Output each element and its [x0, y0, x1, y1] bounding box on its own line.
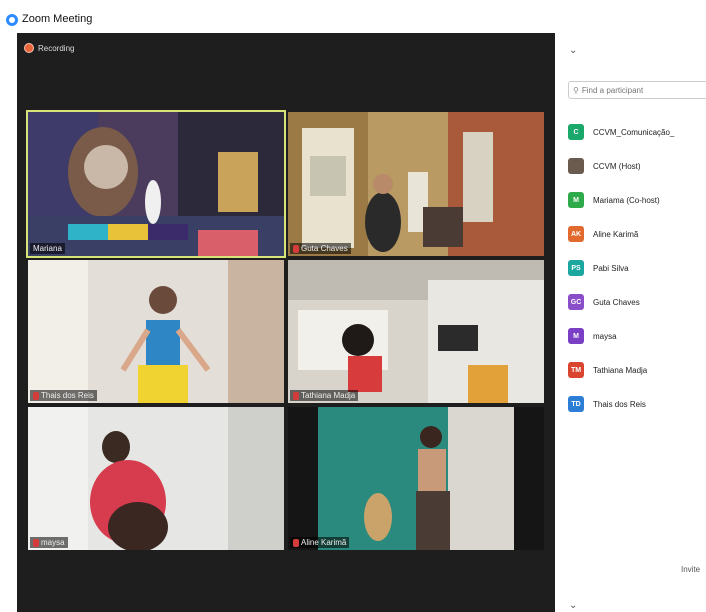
participant-row[interactable]: TD Thais dos Reis	[568, 387, 674, 421]
avatar: M	[568, 328, 584, 344]
video-feed	[288, 112, 544, 256]
avatar: C	[568, 124, 584, 140]
participant-row[interactable]: C CCVM_Comunicação_	[568, 115, 674, 149]
title-bar: Zoom Meeting	[0, 0, 706, 30]
participant-row[interactable]: M maysa	[568, 319, 674, 353]
video-tile[interactable]: Mariana	[26, 110, 286, 258]
participant-row[interactable]: TM Tathiana Madja	[568, 353, 674, 387]
avatar: M	[568, 192, 584, 208]
participant-name: Mariama (Co-host)	[593, 195, 660, 205]
participant-name: maysa	[593, 331, 617, 341]
video-feed	[288, 407, 544, 550]
video-feed	[28, 260, 284, 403]
recording-icon	[24, 43, 34, 53]
video-tile[interactable]: Thais dos Reis	[28, 260, 284, 403]
participant-search[interactable]: ⚲	[568, 81, 706, 99]
participant-list: C CCVM_Comunicação_ CCVM (Host) M Mariam…	[568, 115, 674, 421]
avatar: TD	[568, 396, 584, 412]
chevron-down-icon[interactable]: ⌄	[569, 600, 577, 611]
search-icon: ⚲	[573, 85, 579, 95]
window-title: Zoom Meeting	[22, 13, 93, 25]
participant-name: CCVM (Host)	[593, 161, 641, 171]
chevron-down-icon[interactable]: ⌄	[569, 45, 577, 56]
participant-name: Guta Chaves	[593, 297, 640, 307]
participant-name-label: Tathiana Madja	[290, 390, 359, 401]
avatar: TM	[568, 362, 584, 378]
participant-row[interactable]: CCVM (Host)	[568, 149, 674, 183]
avatar: AK	[568, 226, 584, 242]
video-feed	[28, 112, 284, 256]
video-feed	[28, 407, 284, 550]
video-tile[interactable]: Aline Karimã	[288, 407, 544, 550]
avatar: PS	[568, 260, 584, 276]
recording-label: Recording	[38, 43, 75, 53]
avatar: GC	[568, 294, 584, 310]
mic-muted-icon	[33, 538, 39, 547]
participant-name: Thais dos Reis	[593, 399, 646, 409]
participant-row[interactable]: AK Aline Karimã	[568, 217, 674, 251]
mic-muted-icon	[33, 391, 39, 400]
participant-row[interactable]: GC Guta Chaves	[568, 285, 674, 319]
participant-name: Pabi Silva	[593, 263, 629, 273]
video-tile[interactable]: Guta Chaves	[288, 112, 544, 256]
video-tile[interactable]: Tathiana Madja	[288, 260, 544, 403]
participant-name: CCVM_Comunicação_	[593, 127, 675, 137]
participant-row[interactable]: M Mariama (Co-host)	[568, 183, 674, 217]
mic-muted-icon	[293, 244, 299, 253]
participant-name: Aline Karimã	[593, 229, 639, 239]
participant-row[interactable]: PS Pabi Silva	[568, 251, 674, 285]
participant-name-label: Thais dos Reis	[30, 390, 97, 401]
participant-name-label: Mariana	[30, 243, 65, 254]
mic-muted-icon	[293, 391, 299, 400]
participant-name: Tathiana Madja	[593, 365, 648, 375]
search-input[interactable]	[581, 85, 702, 95]
video-tile[interactable]: maysa	[28, 407, 284, 550]
zoom-logo-icon	[6, 14, 18, 26]
video-gallery: Recording Mariana Guta Chaves Thais dos …	[17, 33, 555, 612]
recording-indicator[interactable]: Recording	[24, 43, 74, 53]
mic-muted-icon	[293, 538, 299, 547]
participant-name-label: maysa	[30, 537, 68, 548]
video-feed	[288, 260, 544, 403]
avatar	[568, 158, 584, 174]
participant-name-label: Aline Karimã	[290, 537, 350, 548]
invite-button[interactable]: Invite	[681, 565, 700, 574]
participant-name-label: Guta Chaves	[290, 243, 351, 254]
participants-panel: ⌄ ⚲ C CCVM_Comunicação_ CCVM (Host) M Ma…	[555, 33, 706, 612]
